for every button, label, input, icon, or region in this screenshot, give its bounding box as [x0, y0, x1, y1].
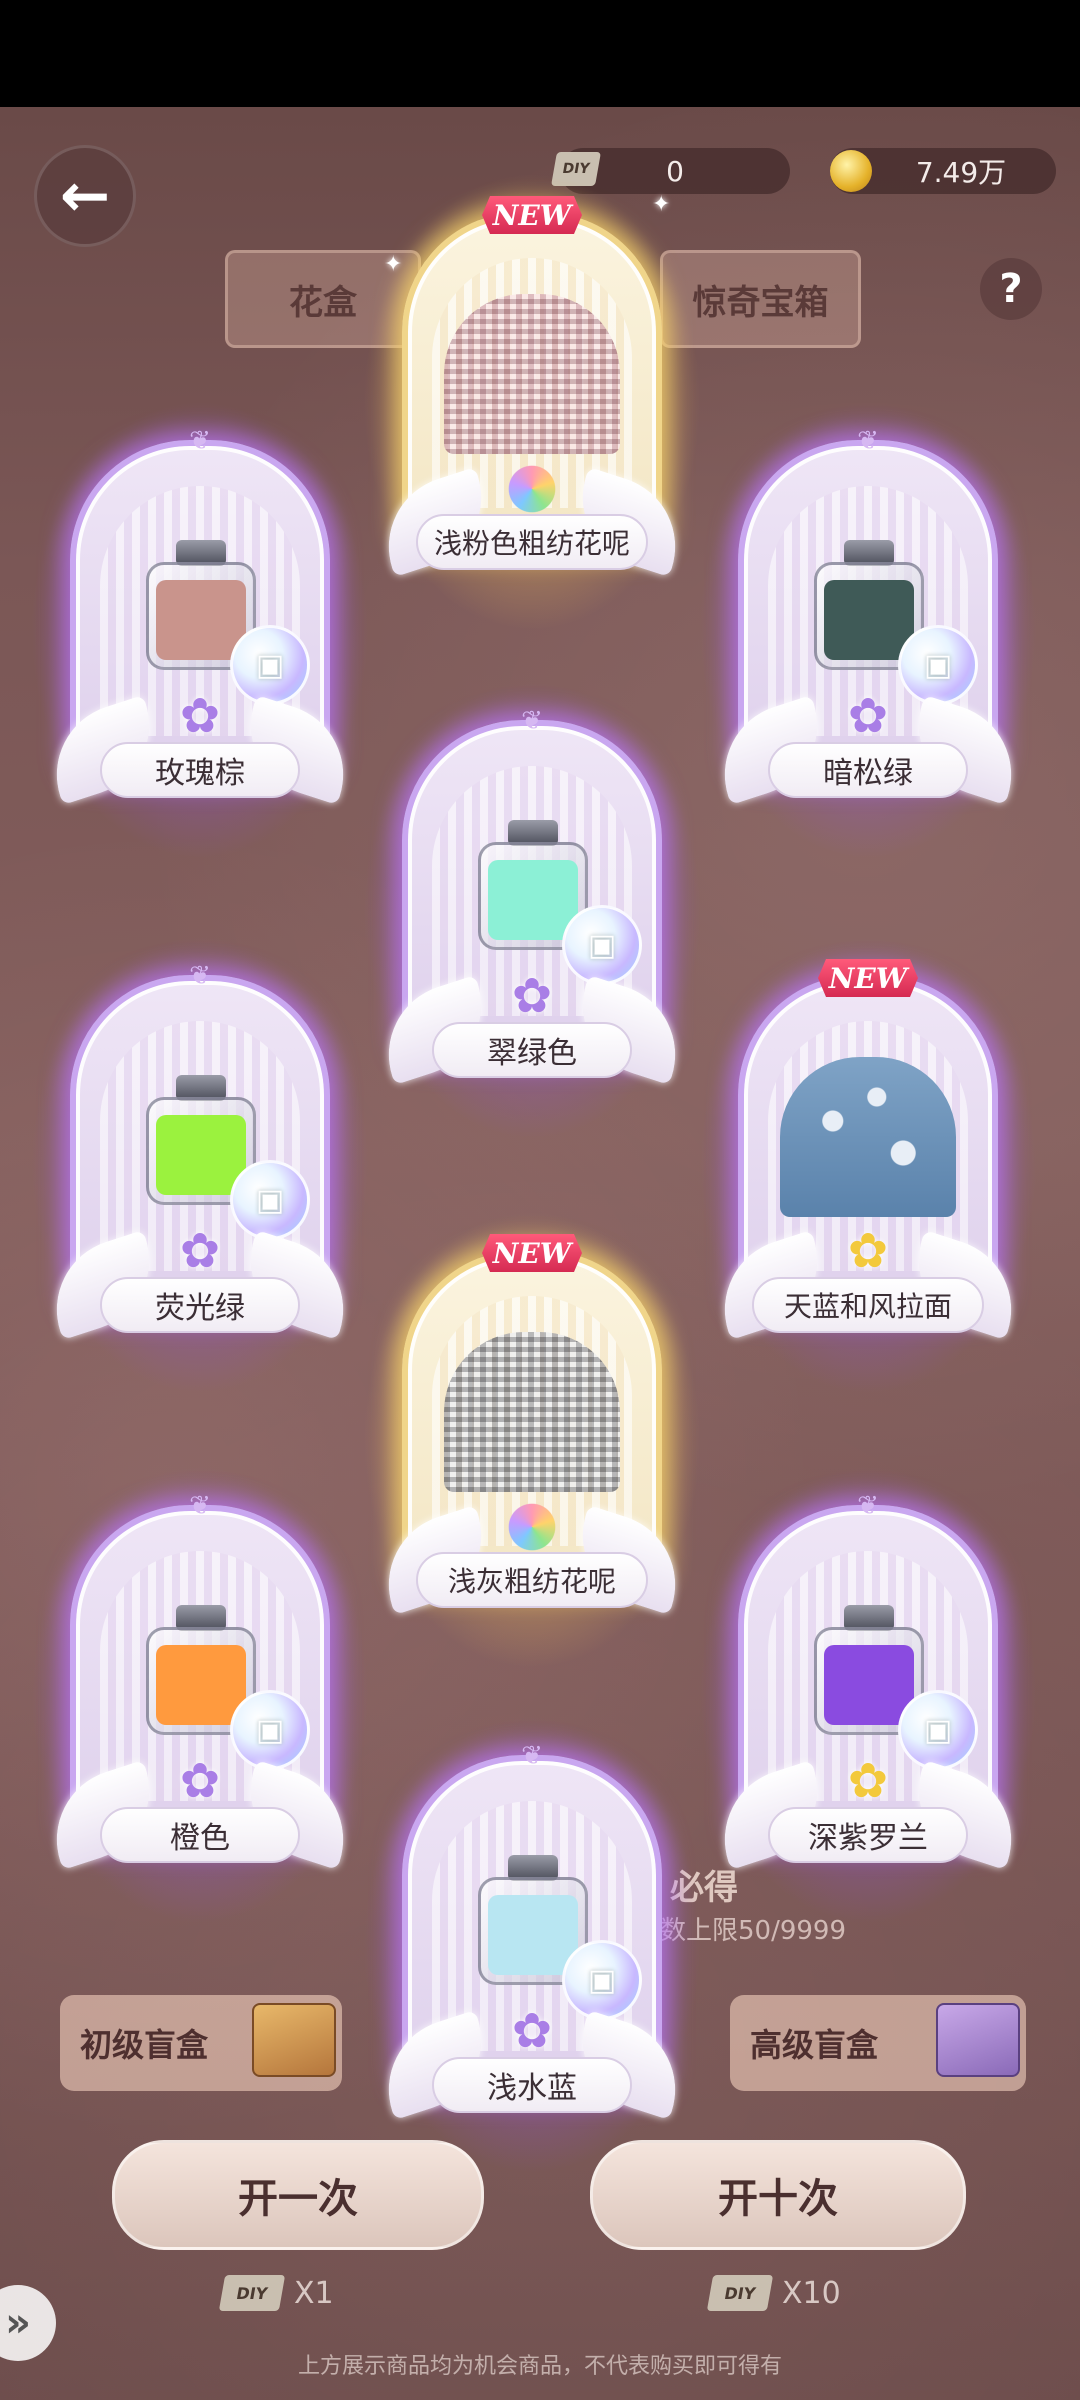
- dye-bubble-icon: ▣: [562, 905, 642, 985]
- advanced-chest-icon: [936, 2003, 1020, 2077]
- card-name: 浅灰粗纺花呢: [416, 1552, 648, 1608]
- dye-bubble-icon: ▣: [562, 1940, 642, 2020]
- reward-card[interactable]: ❦ ▣ ✿ 荧光绿: [30, 935, 370, 1395]
- cost-once-amount: X1: [294, 2275, 334, 2311]
- basic-chest-icon: [252, 2003, 336, 2077]
- reward-card[interactable]: NEW ✿ 天蓝和风拉面: [698, 935, 1038, 1395]
- bow-icon: ❦: [189, 1491, 211, 1521]
- diy-ticket-icon: DIY: [218, 2275, 286, 2311]
- denim-garment-image: [780, 1057, 956, 1217]
- card-name: 橙色: [100, 1807, 300, 1863]
- bow-icon: ❦: [189, 426, 211, 456]
- card-name: 翠绿色: [432, 1022, 632, 1078]
- help-button[interactable]: ?: [980, 258, 1042, 320]
- tweed-garment-image: [444, 1332, 620, 1492]
- reward-card[interactable]: ❦ ▣ ✿ 浅水蓝: [362, 1715, 702, 2175]
- basic-box-label: 初级盲盒: [80, 2026, 209, 2064]
- card-name: 玫瑰棕: [100, 742, 300, 798]
- bow-icon: ❦: [857, 426, 879, 456]
- reward-card[interactable]: NEW 浅粉色粗纺花呢 ✦ ✦: [362, 172, 702, 632]
- cost-once: DIY X1: [218, 2270, 334, 2316]
- dye-bubble-icon: ▣: [898, 1690, 978, 1770]
- card-name: 浅粉色粗纺花呢: [416, 514, 648, 570]
- disclaimer-text: 上方展示商品均为机会商品，不代表购买即可得有: [297, 2354, 782, 2379]
- dye-bubble-icon: ▣: [230, 625, 310, 705]
- reward-card[interactable]: ❦ ▣ ✿ 玫瑰棕: [30, 400, 370, 860]
- reward-card[interactable]: NEW 浅灰粗纺花呢: [362, 1210, 702, 1670]
- bow-icon: ❦: [189, 961, 211, 991]
- reward-card[interactable]: ❦ ▣ ✿ 暗松绿: [698, 400, 1038, 860]
- bow-icon: ❦: [521, 1741, 543, 1771]
- card-name: 浅水蓝: [432, 2057, 632, 2113]
- card-name: 深紫罗兰: [768, 1807, 968, 1863]
- card-name: 天蓝和风拉面: [752, 1277, 984, 1333]
- bow-icon: ❦: [857, 1491, 879, 1521]
- cost-ten: DIY X10: [706, 2270, 841, 2316]
- tweed-garment-image: [444, 294, 620, 454]
- advanced-box-button[interactable]: 高级盲盒: [730, 1995, 1026, 2091]
- bow-icon: ❦: [521, 706, 543, 736]
- new-badge: NEW: [482, 1234, 582, 1272]
- cost-ten-amount: X10: [782, 2275, 841, 2311]
- sparkle-icon: ✦: [652, 192, 671, 217]
- dye-bubble-icon: ▣: [230, 1160, 310, 1240]
- card-name: 暗松绿: [768, 742, 968, 798]
- dye-bubble-icon: ▣: [898, 625, 978, 705]
- reward-card[interactable]: ❦ ▣ ✿ 翠绿色: [362, 680, 702, 1140]
- dye-bubble-icon: ▣: [230, 1690, 310, 1770]
- advanced-box-label: 高级盲盒: [750, 2026, 879, 2064]
- diy-ticket-icon: DIY: [706, 2275, 774, 2311]
- new-badge: NEW: [482, 196, 582, 234]
- new-badge: NEW: [818, 959, 918, 997]
- coin-currency: 7.49万: [830, 148, 1056, 194]
- reward-card[interactable]: ❦ ▣ ✿ 深紫罗兰: [698, 1465, 1038, 1925]
- back-button[interactable]: ←: [34, 145, 136, 247]
- coin-icon: [830, 150, 872, 192]
- reward-card[interactable]: ❦ ▣ ✿ 橙色: [30, 1465, 370, 1925]
- basic-box-button[interactable]: 初级盲盒: [60, 1995, 342, 2091]
- sparkle-icon: ✦: [384, 252, 403, 277]
- back-arrow-icon: ←: [59, 161, 111, 231]
- card-name: 荧光绿: [100, 1277, 300, 1333]
